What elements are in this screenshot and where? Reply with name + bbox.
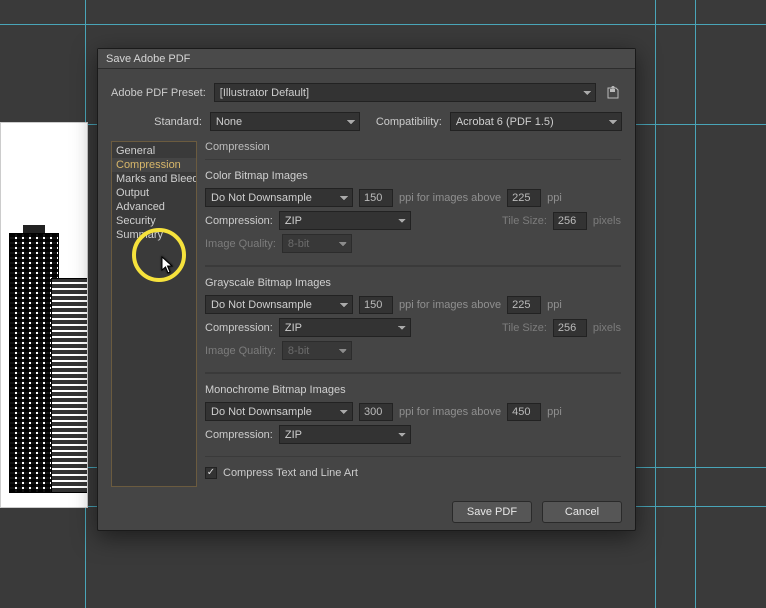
sidebar-item-label: Output [116,187,149,199]
gray-bitmap-group: Grayscale Bitmap Images Do Not Downsampl… [205,266,621,373]
downsample-select-gray[interactable]: Do Not Downsample [205,295,353,314]
image-quality-label: Image Quality: [205,238,276,250]
compress-text-row[interactable]: ✓ Compress Text and Line Art [205,467,621,479]
image-quality-label: Image Quality: [205,345,276,357]
ppi-unit: ppi [547,406,562,418]
category-sidebar: General Compression Marks and Bleeds Out… [111,141,197,487]
sidebar-item-general[interactable]: General [112,144,196,158]
color-bitmap-group: Color Bitmap Images Do Not Downsample pp… [205,159,621,266]
downsample-select-mono[interactable]: Do Not Downsample [205,402,353,421]
sidebar-item-output[interactable]: Output [112,186,196,200]
tile-size-input-color [553,212,587,230]
ppi-above-label: ppi for images above [399,299,501,311]
sidebar-item-marks-bleeds[interactable]: Marks and Bleeds [112,172,196,186]
compression-select-color[interactable]: ZIP [279,211,411,230]
sidebar-item-label: Security [116,215,156,227]
ppi-input-gray[interactable] [359,296,393,314]
button-label: Save PDF [467,506,517,518]
save-preset-icon[interactable] [604,84,622,102]
panel-title: Compression [205,141,621,153]
compression-select-gray[interactable]: ZIP [279,318,411,337]
pixels-unit: pixels [593,322,621,334]
cancel-button[interactable]: Cancel [542,501,622,523]
guide-vertical [695,0,696,608]
tile-size-input-gray [553,319,587,337]
sidebar-item-security[interactable]: Security [112,214,196,228]
guide-horizontal [0,24,766,25]
dialog-title: Save Adobe PDF [106,53,190,65]
tile-size-label: Tile Size: [502,322,547,334]
compression-select-mono[interactable]: ZIP [279,425,411,444]
guide-vertical [655,0,656,608]
compression-label: Compression: [205,215,273,227]
dialog-titlebar[interactable]: Save Adobe PDF [98,49,635,69]
sidebar-item-compression[interactable]: Compression [112,158,196,172]
ppi-above-input-mono[interactable] [507,403,541,421]
ppi-above-input-color[interactable] [507,189,541,207]
ppi-unit: ppi [547,192,562,204]
pixels-unit: pixels [593,215,621,227]
image-quality-select-color: 8-bit [282,234,352,253]
standard-label: Standard: [154,116,202,128]
ppi-above-label: ppi for images above [399,192,501,204]
compatibility-label: Compatibility: [376,116,442,128]
sidebar-item-label: General [116,145,155,157]
sidebar-item-label: Compression [116,159,181,171]
compression-label: Compression: [205,322,273,334]
sidebar-item-label: Summary [116,229,163,241]
ppi-above-input-gray[interactable] [507,296,541,314]
group-label-color: Color Bitmap Images [205,170,621,182]
group-label-mono: Monochrome Bitmap Images [205,384,621,396]
group-label-gray: Grayscale Bitmap Images [205,277,621,289]
checkbox-icon[interactable]: ✓ [205,467,217,479]
standard-select[interactable]: None [210,112,360,131]
sidebar-item-label: Marks and Bleeds [116,173,196,185]
tile-size-label: Tile Size: [502,215,547,227]
compression-panel: Compression Color Bitmap Images Do Not D… [205,141,625,487]
ppi-above-label: ppi for images above [399,406,501,418]
compress-text-label: Compress Text and Line Art [223,467,358,479]
sidebar-item-summary[interactable]: Summary [112,228,196,242]
preset-select[interactable]: [Illustrator Default] [214,83,596,102]
save-adobe-pdf-dialog: Save Adobe PDF Adobe PDF Preset: [Illust… [97,48,636,531]
ppi-input-color[interactable] [359,189,393,207]
sidebar-item-advanced[interactable]: Advanced [112,200,196,214]
ppi-unit: ppi [547,299,562,311]
save-pdf-button[interactable]: Save PDF [452,501,532,523]
artboard-preview [0,122,88,508]
sidebar-item-label: Advanced [116,201,165,213]
ppi-input-mono[interactable] [359,403,393,421]
mono-bitmap-group: Monochrome Bitmap Images Do Not Downsamp… [205,373,621,457]
preset-label: Adobe PDF Preset: [111,87,206,99]
downsample-select-color[interactable]: Do Not Downsample [205,188,353,207]
image-quality-select-gray: 8-bit [282,341,352,360]
button-label: Cancel [565,506,599,518]
compatibility-select[interactable]: Acrobat 6 (PDF 1.5) [450,112,622,131]
compression-label: Compression: [205,429,273,441]
